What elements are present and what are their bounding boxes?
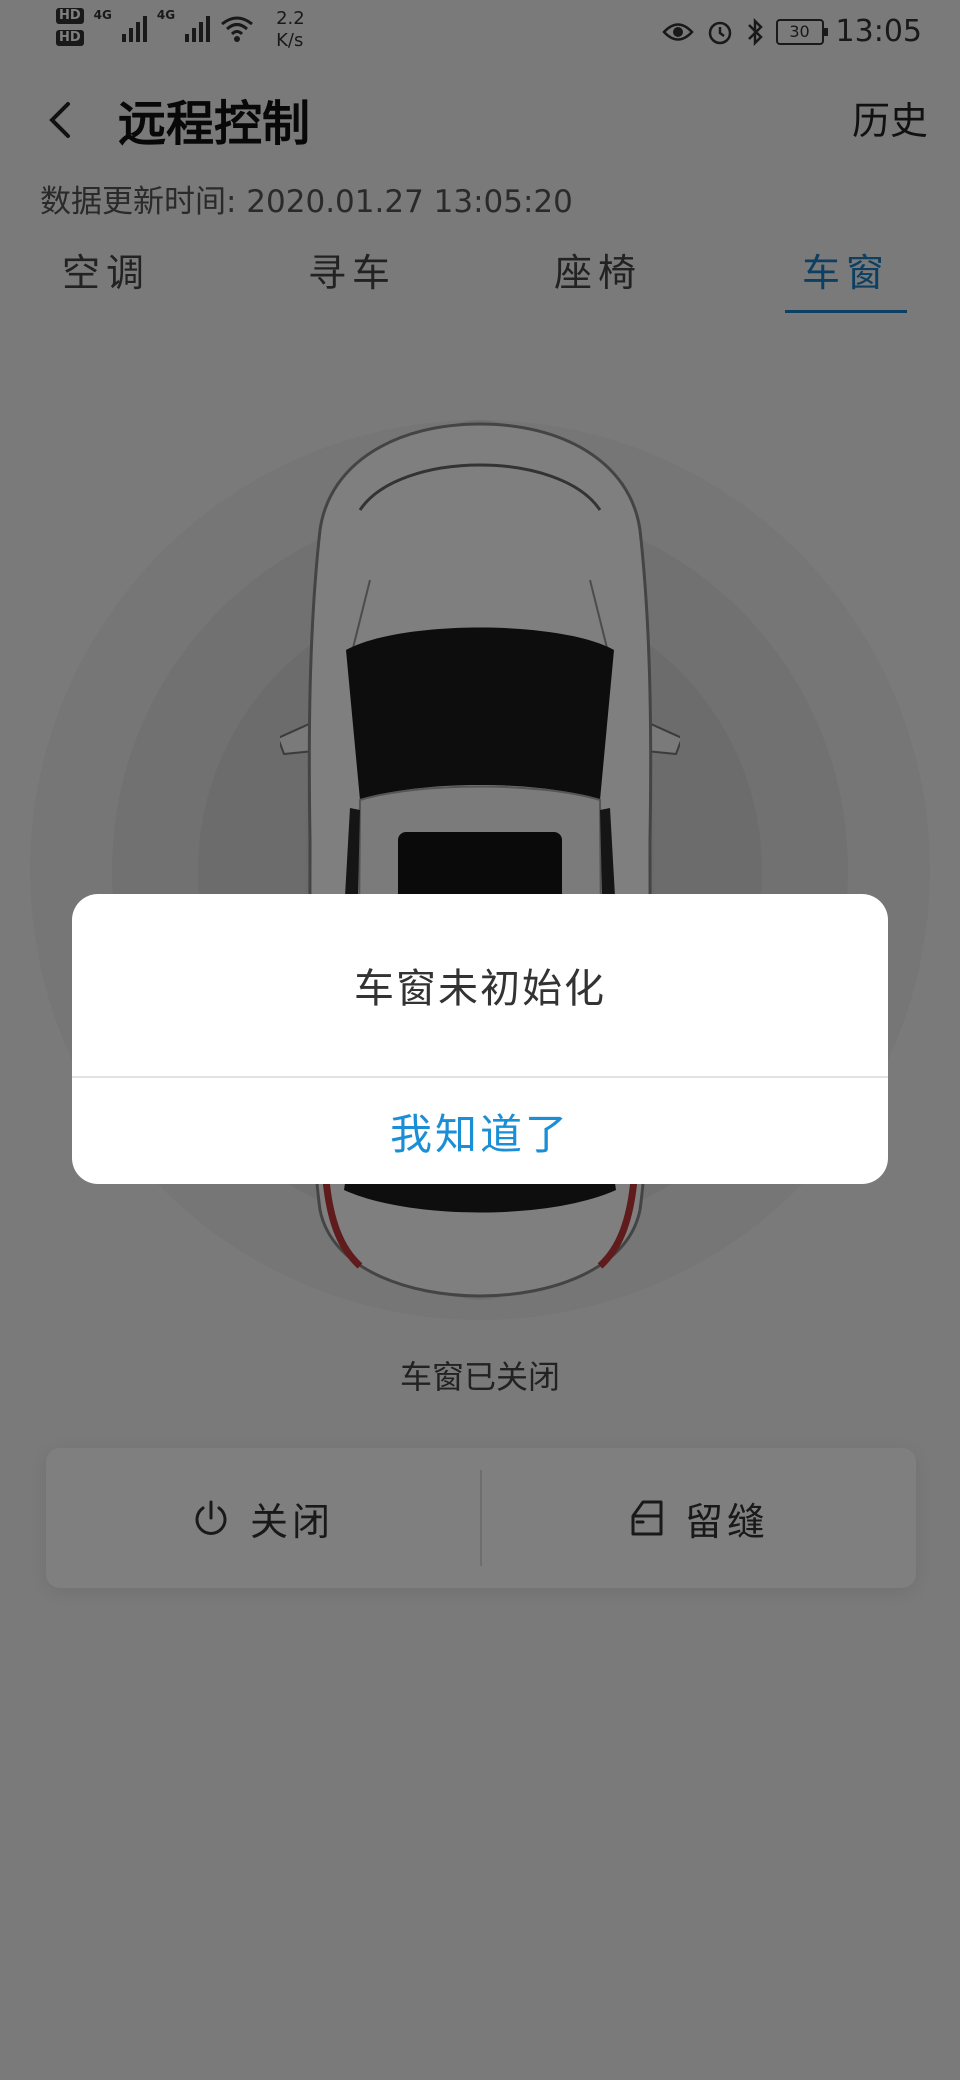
dialog-message: 车窗未初始化 [354,966,606,1012]
alert-dialog: 车窗未初始化 我知道了 [72,894,888,1184]
dialog-ok-button[interactable]: 我知道了 [72,1078,888,1184]
